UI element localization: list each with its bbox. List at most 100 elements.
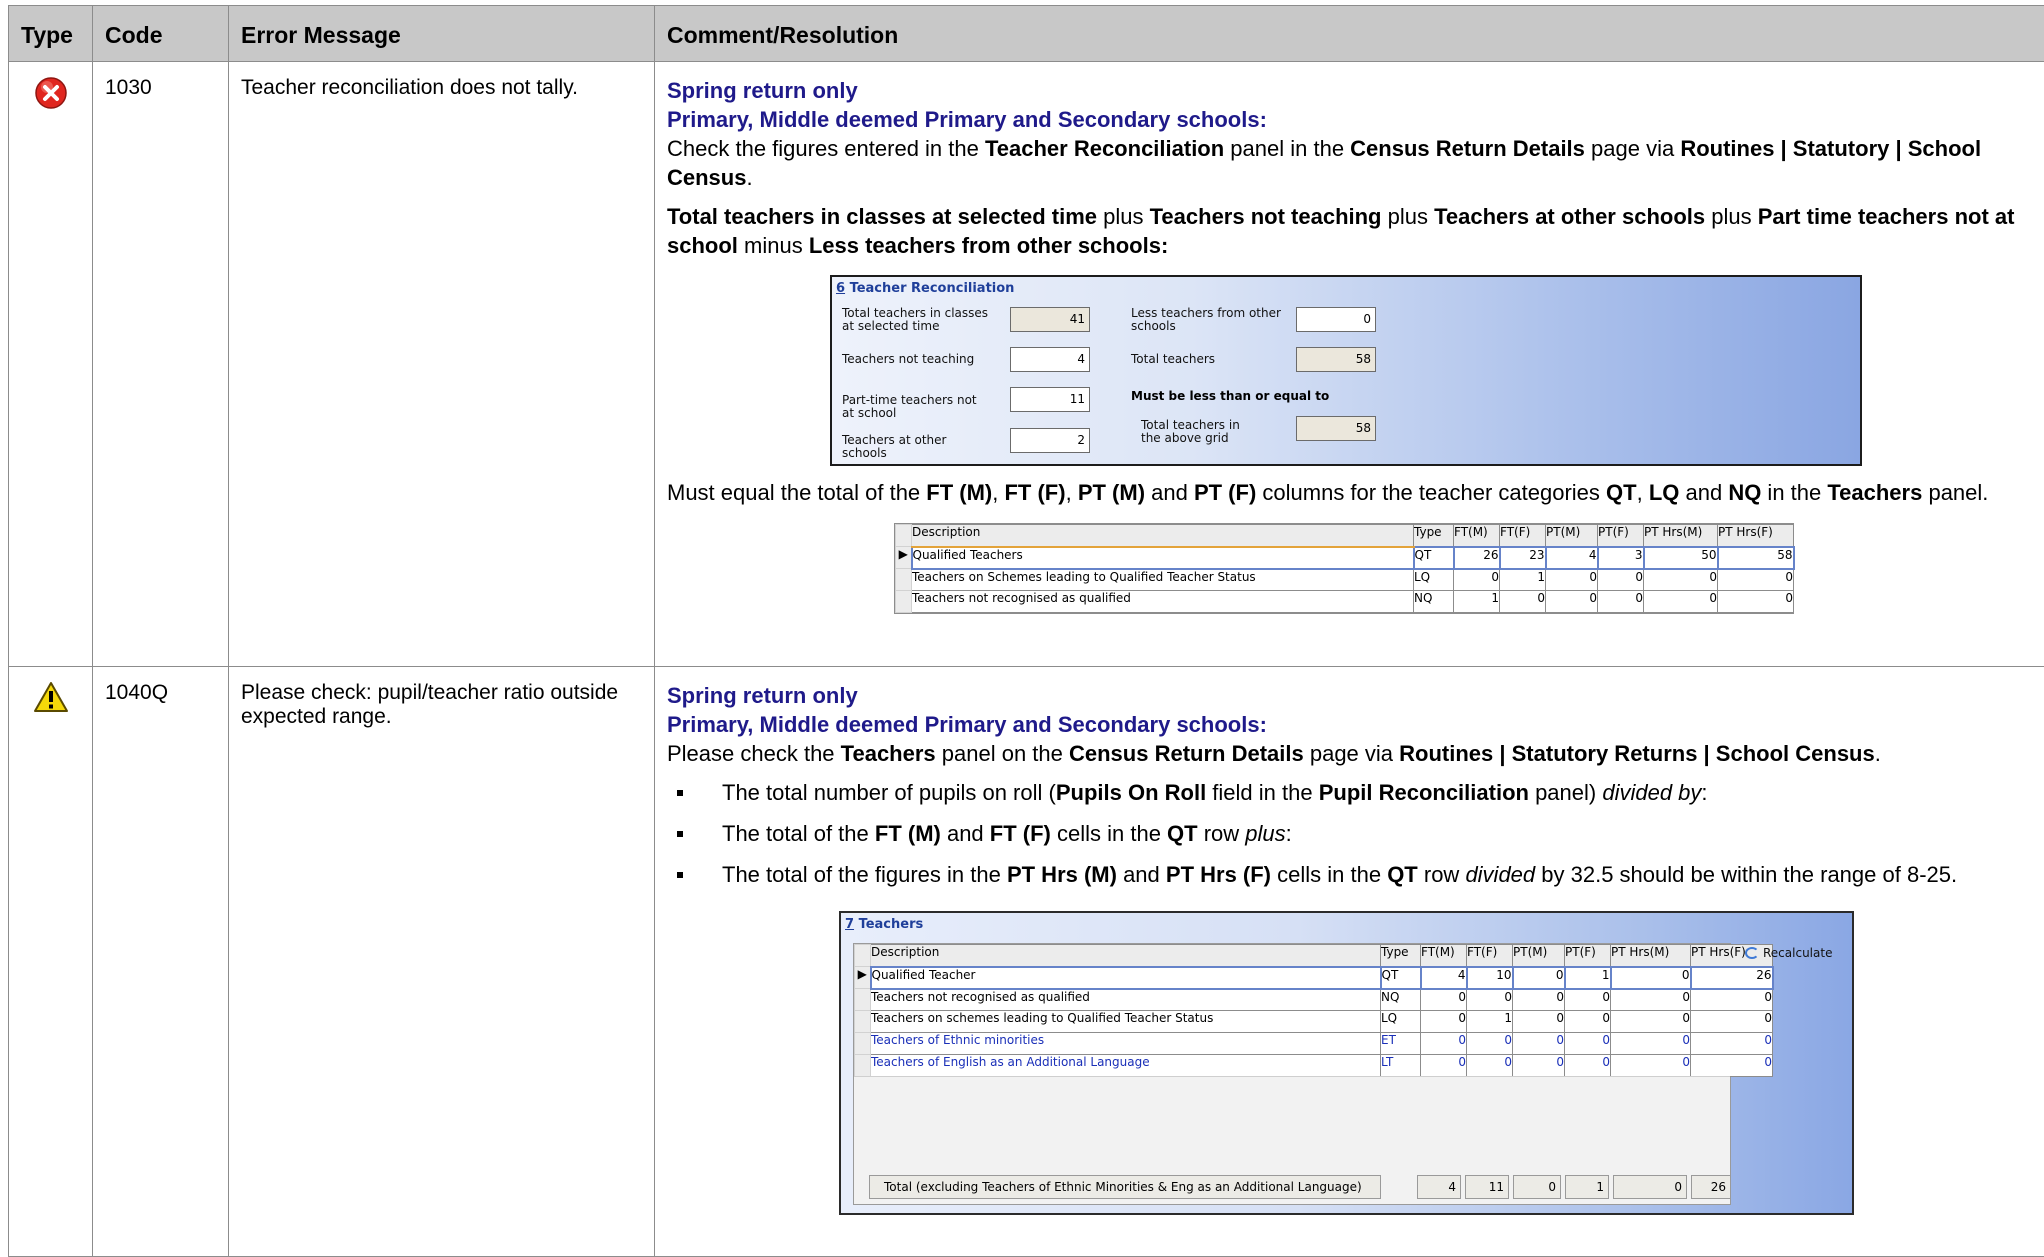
grid-cell[interactable]: 0 — [1691, 1055, 1773, 1077]
table-row: 1030 Teacher reconciliation does not tal… — [9, 62, 2044, 667]
grid-cell[interactable]: 0 — [1691, 989, 1773, 1011]
grid-row[interactable]: ▶ Qualified Teacher QT 4 10 0 1 0 26 — [855, 967, 1773, 989]
column-header[interactable]: FT(M) — [1454, 525, 1500, 547]
grid-cell[interactable]: 0 — [1565, 1011, 1611, 1033]
grid-cell[interactable]: 26 — [1691, 967, 1773, 989]
grid-cell[interactable]: 0 — [1611, 989, 1691, 1011]
grid-row[interactable]: Teachers not recognised as qualified NQ … — [896, 591, 1794, 613]
column-header[interactable]: PT(M) — [1546, 525, 1598, 547]
grid-row[interactable]: Teachers on Schemes leading to Qualified… — [896, 569, 1794, 591]
grid-cell[interactable]: 0 — [1454, 569, 1500, 591]
grid-cell[interactable]: 0 — [1611, 1033, 1691, 1055]
grid-cell[interactable]: 0 — [1421, 1055, 1467, 1077]
part-time-field[interactable]: 11 — [1010, 387, 1090, 412]
grid-row[interactable]: Teachers of English as an Additional Lan… — [855, 1055, 1773, 1077]
grid-cell[interactable]: 0 — [1513, 1033, 1565, 1055]
grid-cell[interactable]: 0 — [1500, 591, 1546, 613]
total-value: 0 — [1513, 1175, 1561, 1199]
grid-cell[interactable]: 0 — [1598, 569, 1644, 591]
total-value: 26 — [1691, 1175, 1731, 1199]
grid-cell[interactable]: 0 — [1691, 1033, 1773, 1055]
column-header[interactable]: PT(F) — [1565, 945, 1611, 967]
grid-header-row: Description Type FT(M) FT(F) PT(M) PT(F)… — [855, 945, 1773, 967]
grid-cell[interactable]: 0 — [1421, 1011, 1467, 1033]
column-header[interactable]: FT(M) — [1421, 945, 1467, 967]
grid-cell[interactable]: 0 — [1611, 1011, 1691, 1033]
grid-cell[interactable]: 1 — [1454, 591, 1500, 613]
grid-cell[interactable]: 0 — [1546, 591, 1598, 613]
grid-cell: Teachers not recognised as qualified — [912, 591, 1414, 613]
grid-cell[interactable]: 50 — [1644, 547, 1718, 569]
column-header[interactable]: PT(M) — [1513, 945, 1565, 967]
grid-cell[interactable]: 0 — [1598, 591, 1644, 613]
grid-cell: QT — [1381, 967, 1421, 989]
column-header[interactable]: Type — [1414, 525, 1454, 547]
grid-cell[interactable]: 0 — [1611, 967, 1691, 989]
other-schools-field[interactable]: 2 — [1010, 428, 1090, 453]
column-header[interactable]: PT Hrs(M) — [1611, 945, 1691, 967]
resolution-cell: Spring return only Primary, Middle deeme… — [655, 62, 2044, 667]
grid-cell[interactable]: 58 — [1718, 547, 1794, 569]
other-schools-label: Teachers at otherschools — [842, 434, 946, 460]
grid-cell[interactable]: 1 — [1467, 1011, 1513, 1033]
grid-cell[interactable]: 0 — [1421, 989, 1467, 1011]
grid-cell[interactable]: 0 — [1513, 989, 1565, 1011]
current-row-arrow-icon: ▶ — [855, 967, 871, 989]
table-header-row: Type Code Error Message Comment/Resoluti… — [9, 6, 2044, 62]
grid-cell[interactable]: 0 — [1611, 1055, 1691, 1077]
column-header[interactable]: FT(F) — [1467, 945, 1513, 967]
grid-cell[interactable]: 0 — [1565, 1033, 1611, 1055]
grid-cell[interactable]: 0 — [1565, 989, 1611, 1011]
grid-cell[interactable]: 0 — [1467, 1033, 1513, 1055]
resolution-cell: Spring return only Primary, Middle deeme… — [655, 667, 2044, 1257]
grid-cell[interactable]: 0 — [1467, 1055, 1513, 1077]
list-item: The total of the figures in the PT Hrs (… — [667, 860, 2032, 889]
total-value: 0 — [1613, 1175, 1687, 1199]
column-header[interactable]: FT(F) — [1500, 525, 1546, 547]
recalculate-button[interactable]: Recalculate — [1745, 946, 1832, 960]
column-header[interactable]: Description — [871, 945, 1381, 967]
column-header[interactable]: Description — [912, 525, 1414, 547]
not-teaching-label: Teachers not teaching — [842, 353, 974, 366]
error-message-cell: Please check: pupil/teacher ratio outsid… — [229, 667, 655, 1257]
less-from-other-field[interactable]: 0 — [1296, 307, 1376, 332]
grid-cell[interactable]: 23 — [1500, 547, 1546, 569]
grid-cell[interactable]: 0 — [1565, 1055, 1611, 1077]
grid-cell[interactable]: 0 — [1644, 591, 1718, 613]
grid-cell[interactable]: 0 — [1513, 1011, 1565, 1033]
grid-cell[interactable]: 10 — [1467, 967, 1513, 989]
grid-cell[interactable]: 0 — [1691, 1011, 1773, 1033]
grid-cell[interactable]: 1 — [1565, 967, 1611, 989]
column-header[interactable]: PT Hrs(F) — [1718, 525, 1794, 547]
grid-cell[interactable]: 0 — [1513, 967, 1565, 989]
not-teaching-field[interactable]: 4 — [1010, 347, 1090, 372]
grid-cell: NQ — [1381, 989, 1421, 1011]
column-header[interactable]: PT(F) — [1598, 525, 1644, 547]
grid-row[interactable]: Teachers of Ethnic minorities ET 0 0 0 0… — [855, 1033, 1773, 1055]
header-type: Type — [9, 6, 93, 62]
grid-cell[interactable]: 0 — [1467, 989, 1513, 1011]
total-value: 11 — [1465, 1175, 1509, 1199]
grid-cell[interactable]: 0 — [1421, 1033, 1467, 1055]
total-teachers-field: 58 — [1296, 347, 1376, 372]
grid-cell[interactable]: 0 — [1546, 569, 1598, 591]
grid-row[interactable]: Teachers on schemes leading to Qualified… — [855, 1011, 1773, 1033]
grid-cell[interactable]: 3 — [1598, 547, 1644, 569]
header-comment-resolution: Comment/Resolution — [655, 6, 2044, 62]
grid-row[interactable]: Teachers not recognised as qualified NQ … — [855, 989, 1773, 1011]
grid-cell[interactable]: 4 — [1546, 547, 1598, 569]
grid-cell[interactable]: 0 — [1644, 569, 1718, 591]
grid-cell: Qualified Teacher — [871, 967, 1381, 989]
grid-cell[interactable]: 1 — [1500, 569, 1546, 591]
grid-cell[interactable]: 26 — [1454, 547, 1500, 569]
check-instruction: Please check the Teachers panel on the C… — [667, 739, 2032, 768]
column-header[interactable]: Type — [1381, 945, 1421, 967]
grid-cell[interactable]: 0 — [1718, 591, 1794, 613]
current-row-arrow-icon: ▶ — [896, 547, 912, 569]
grid-cell[interactable]: 0 — [1718, 569, 1794, 591]
grid-cell[interactable]: 0 — [1513, 1055, 1565, 1077]
column-header[interactable]: PT Hrs(M) — [1644, 525, 1718, 547]
resolution-heading-2: Primary, Middle deemed Primary and Secon… — [667, 710, 2032, 739]
grid-cell[interactable]: 4 — [1421, 967, 1467, 989]
grid-row[interactable]: ▶ Qualified Teachers QT 26 23 4 3 50 58 — [896, 547, 1794, 569]
